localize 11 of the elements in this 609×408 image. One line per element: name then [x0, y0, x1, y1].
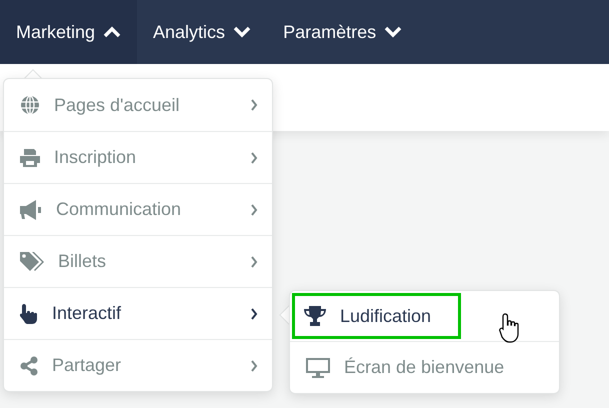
menu-item[interactable]: Communication — [20, 196, 250, 223]
menu-item[interactable]: Inscription — [20, 144, 250, 171]
menu-item[interactable]: Écran de bienvenue — [306, 354, 545, 381]
menu-item[interactable]: Billets — [20, 248, 250, 275]
menu-item[interactable]: Pages d'accueil — [20, 92, 250, 118]
nav-menu-tab[interactable]: Paramètres — [267, 0, 418, 64]
menu-item[interactable]: Partager — [20, 352, 250, 379]
nav-menu-tab[interactable]: Analytics — [137, 0, 268, 64]
menu-item[interactable]: Interactif — [20, 300, 250, 327]
nav-menu-tab[interactable]: Marketing — [0, 0, 138, 64]
menu-item[interactable]: Ludification — [292, 293, 462, 339]
